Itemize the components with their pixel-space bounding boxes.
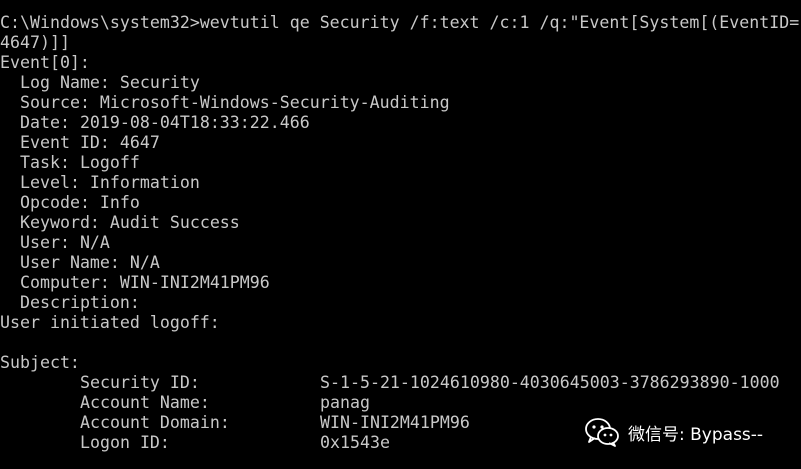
- logon-id-label: Logon ID:: [80, 433, 170, 452]
- opcode-field: Opcode: Info: [20, 193, 140, 212]
- log-name-field: Log Name: Security: [20, 73, 200, 92]
- account-name-value: panag: [320, 393, 370, 412]
- computer-field: Computer: WIN-INI2M41PM96: [20, 273, 270, 292]
- description-field: Description:: [20, 293, 140, 312]
- wechat-icon: [585, 418, 619, 447]
- account-domain-value: WIN-INI2M41PM96: [320, 413, 470, 432]
- command-line-wrap: 4647)]]: [0, 33, 70, 52]
- wechat-watermark: 微信号: Bypass--: [584, 416, 763, 448]
- source-field: Source: Microsoft-Windows-Security-Audit…: [20, 93, 450, 112]
- command-prompt-console[interactable]: C:\Windows\system32>wevtutil qe Security…: [0, 0, 801, 469]
- date-field: Date: 2019-08-04T18:33:22.466: [20, 113, 310, 132]
- security-id-value: S-1-5-21-1024610980-4030645003-378629389…: [320, 373, 780, 392]
- account-name-row: Account Name: panag: [0, 393, 801, 413]
- event-message: User initiated logoff:: [0, 313, 220, 332]
- security-id-row: Security ID: S-1-5-21-1024610980-40306450…: [0, 373, 801, 393]
- watermark-text: 微信号: Bypass--: [628, 424, 764, 445]
- logon-id-value: 0x1543e: [320, 433, 390, 452]
- event-id-field: Event ID: 4647: [20, 133, 160, 152]
- security-id-label: Security ID:: [80, 373, 200, 392]
- command-line: C:\Windows\system32>wevtutil qe Security…: [0, 13, 800, 32]
- task-field: Task: Logoff: [20, 153, 140, 172]
- account-domain-label: Account Domain:: [80, 413, 230, 432]
- keyword-field: Keyword: Audit Success: [20, 213, 240, 232]
- subject-header: Subject:: [0, 353, 80, 372]
- account-name-label: Account Name:: [80, 393, 210, 412]
- level-field: Level: Information: [20, 173, 200, 192]
- user-field: User: N/A: [20, 233, 110, 252]
- event-header: Event[0]:: [0, 53, 90, 72]
- user-name-field: User Name: N/A: [20, 253, 160, 272]
